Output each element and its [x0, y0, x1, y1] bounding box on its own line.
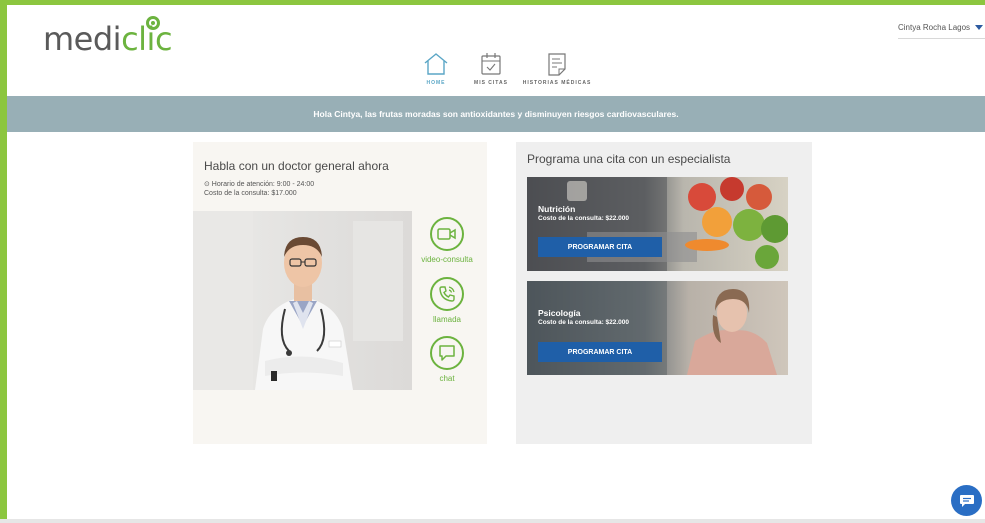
doctor-photo: [193, 211, 412, 390]
psicologia-name: Psicología: [538, 308, 581, 318]
home-icon: [424, 53, 448, 75]
chat-label: chat: [439, 374, 455, 383]
caret-down-icon: [975, 25, 984, 30]
user-name: Cintya Rocha Lagos: [898, 23, 971, 32]
nav-mis-citas-label: MIS CITAS: [474, 80, 508, 86]
logo-dot-icon: [146, 16, 160, 30]
general-doctor-card: Habla con un doctor general ahora ⊙ Hora…: [193, 142, 487, 444]
main-nav: HOME MIS CITAS HISTORIAS MÉDICAS: [0, 52, 985, 92]
tip-banner: Hola Cintya, las frutas moradas son anti…: [7, 96, 985, 132]
user-menu-underline: [898, 38, 985, 39]
specialist-card: Programa una cita con un especialista Nu…: [516, 142, 812, 444]
video-consulta-label: video-consulta: [421, 255, 473, 264]
nav-home-label: HOME: [426, 80, 446, 86]
general-doctor-title: Habla con un doctor general ahora: [204, 159, 389, 173]
chat-bubble-icon: [439, 345, 455, 361]
specialist-title: Programa una cita con un especialista: [527, 152, 731, 166]
programar-cita-nutricion-button[interactable]: PROGRAMAR CITA: [538, 237, 662, 257]
tip-banner-text: Hola Cintya, las frutas moradas son anti…: [313, 109, 679, 119]
nutricion-cost: Costo de la consulta: $22.000: [538, 215, 630, 222]
consultation-cost: Costo de la consulta: $17.000: [204, 190, 297, 197]
phone-icon: [439, 286, 455, 302]
nav-mis-citas[interactable]: MIS CITAS: [469, 52, 513, 86]
chat-fab-button[interactable]: [951, 485, 982, 516]
calendar-icon: [481, 53, 501, 75]
programar-cita-psicologia-button[interactable]: PROGRAMAR CITA: [538, 342, 662, 362]
frame-top-border: [0, 0, 985, 5]
chat-option[interactable]: chat: [419, 336, 475, 383]
video-camera-icon: [437, 228, 456, 240]
nutricion-name: Nutrición: [538, 204, 576, 214]
nav-historias-medicas[interactable]: HISTORIAS MÉDICAS: [520, 52, 594, 86]
attention-hours: ⊙ Horario de atención: 9:00 - 24:00: [204, 181, 315, 188]
nav-historias-medicas-label: HISTORIAS MÉDICAS: [522, 80, 592, 86]
nav-home[interactable]: HOME: [421, 52, 451, 86]
frame-bottom-border: [0, 519, 985, 523]
llamada-option[interactable]: llamada: [419, 277, 475, 324]
psicologia-cost: Costo de la consulta: $22.000: [538, 319, 630, 326]
user-menu[interactable]: Cintya Rocha Lagos: [898, 23, 984, 32]
document-icon: [548, 53, 566, 76]
chat-circle: [430, 336, 464, 370]
specialty-psicologia: Psicología Costo de la consulta: $22.000…: [527, 281, 788, 375]
llamada-label: llamada: [432, 315, 461, 324]
specialty-nutricion: Nutrición Costo de la consulta: $22.000 …: [527, 177, 788, 271]
chat-icon: [959, 494, 974, 507]
video-consulta-option[interactable]: video-consulta: [419, 217, 475, 264]
llamada-circle: [430, 277, 464, 311]
video-consulta-circle: [430, 217, 464, 251]
